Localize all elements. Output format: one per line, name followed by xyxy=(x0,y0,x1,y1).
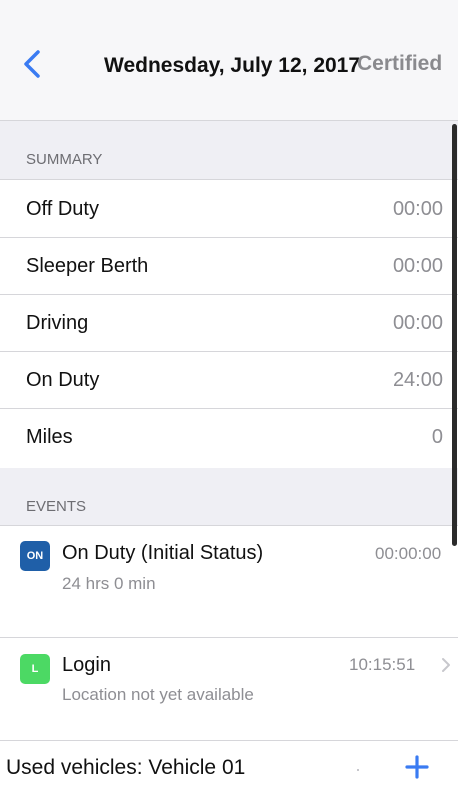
back-button[interactable] xyxy=(18,48,48,80)
summary-row-miles: Miles 0 xyxy=(0,409,458,468)
summary-value: 00:00 xyxy=(392,312,443,334)
event-title: Login xyxy=(62,654,111,676)
event-subtitle: Location not yet available xyxy=(62,685,254,704)
summary-label: On Duty xyxy=(26,369,100,391)
plus-icon xyxy=(405,755,429,779)
summary-row-on-duty: On Duty 24:00 xyxy=(0,352,458,409)
event-title: On Duty (Initial Status) xyxy=(62,542,264,564)
summary-value: 24:00 xyxy=(392,369,443,391)
events-section-header: EVENTS xyxy=(0,468,458,526)
chevron-left-icon xyxy=(24,50,40,78)
summary-row-driving: Driving 00:00 xyxy=(0,295,458,352)
summary-row-off-duty: Off Duty 00:00 xyxy=(0,181,458,238)
used-vehicles-label: Used vehicles: Vehicle 01 xyxy=(6,756,246,779)
event-subtitle: 24 hrs 0 min xyxy=(62,574,156,593)
event-time: 00:00:00 xyxy=(375,544,442,563)
event-row-login[interactable]: L Login Location not yet available 10:15… xyxy=(0,638,458,740)
summary-section-header: SUMMARY xyxy=(0,121,458,180)
summary-label: Sleeper Berth xyxy=(26,255,149,277)
nav-header: Wednesday, July 12, 2017 Certified xyxy=(0,0,458,121)
summary-value: 00:00 xyxy=(392,255,443,277)
chevron-right-icon xyxy=(442,658,450,672)
certified-status: Certified xyxy=(357,52,443,75)
summary-label: Off Duty xyxy=(26,198,99,220)
scrollbar[interactable] xyxy=(452,124,457,546)
login-badge-icon: L xyxy=(20,654,50,684)
summary-label: Driving xyxy=(26,312,89,334)
summary-label: Miles xyxy=(26,426,73,448)
summary-value: 00:00 xyxy=(392,198,443,220)
on-duty-badge-icon: ON xyxy=(20,541,50,571)
event-row-on-duty[interactable]: ON On Duty (Initial Status) 24 hrs 0 min… xyxy=(0,527,458,638)
page-title: Wednesday, July 12, 2017 xyxy=(104,54,361,77)
divider-dot xyxy=(357,769,359,771)
summary-row-sleeper-berth: Sleeper Berth 00:00 xyxy=(0,238,458,295)
footer-bar: Used vehicles: Vehicle 01 xyxy=(0,740,458,790)
add-vehicle-button[interactable] xyxy=(404,754,430,780)
event-time: 10:15:51 xyxy=(349,655,416,674)
summary-value: 0 xyxy=(431,426,443,448)
